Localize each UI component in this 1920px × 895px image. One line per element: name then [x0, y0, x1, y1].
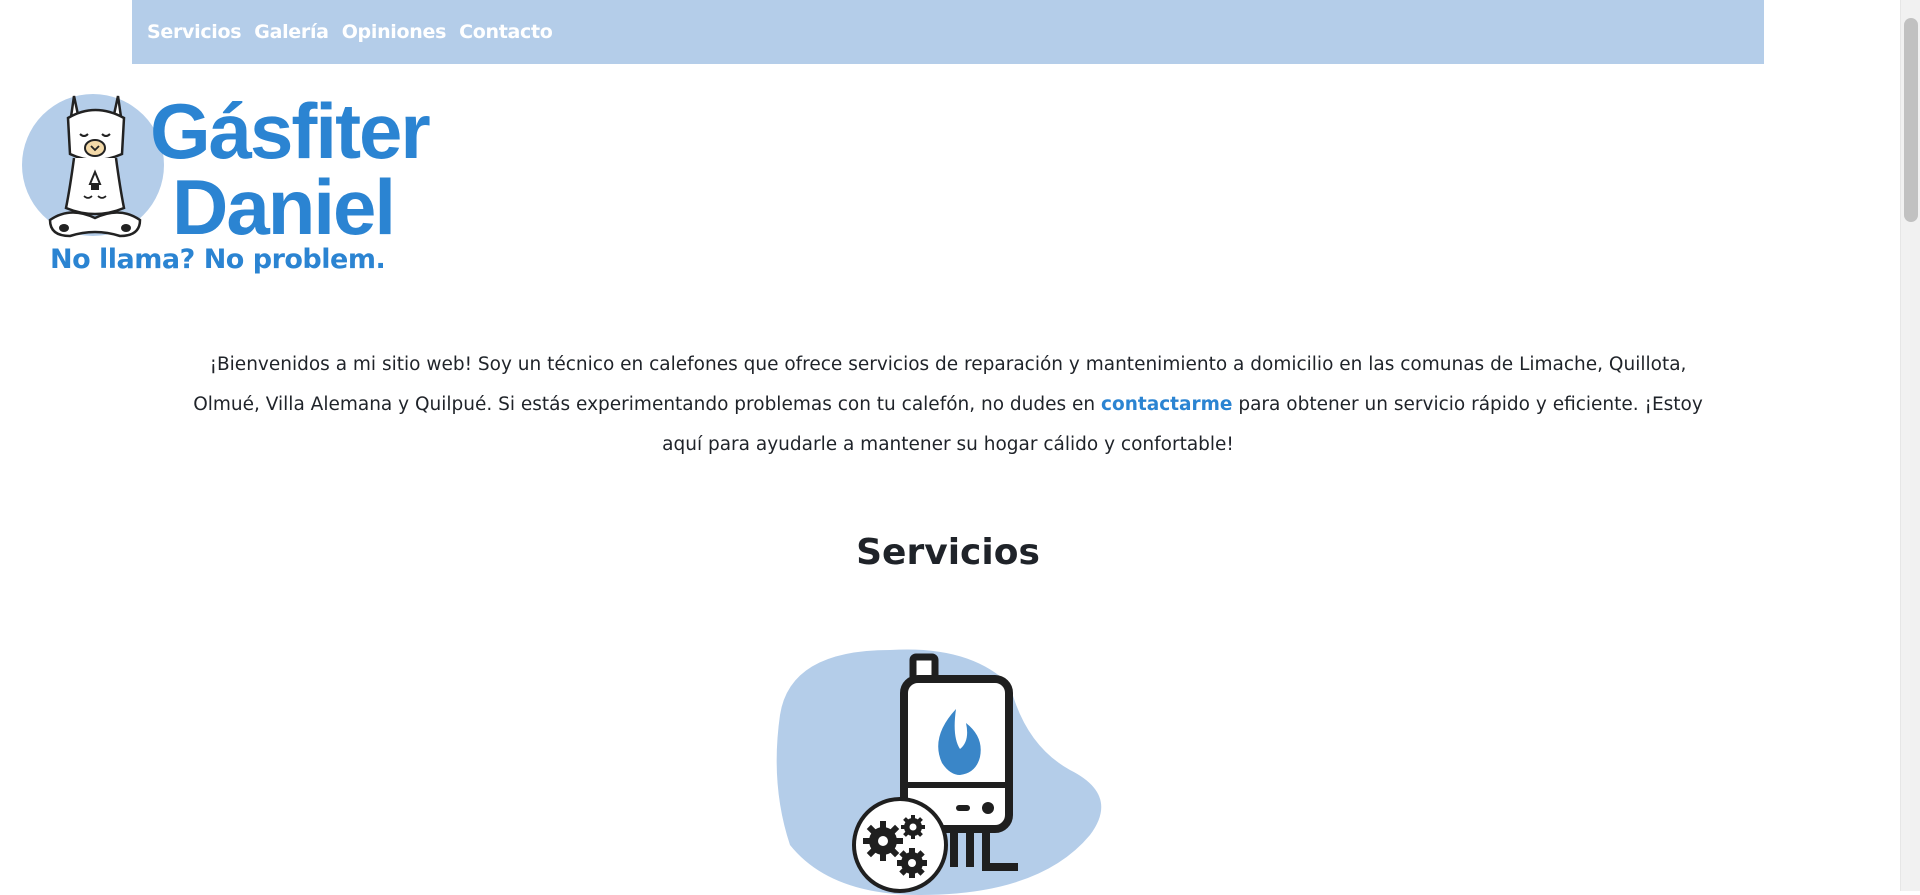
nav-link-contacto[interactable]: Contacto [459, 21, 553, 43]
services-heading: Servicios [856, 532, 1040, 573]
contact-link[interactable]: contactarme [1101, 394, 1232, 415]
nav-link-galeria[interactable]: Galería [254, 21, 329, 43]
nav-link-opiniones[interactable]: Opiniones [342, 21, 447, 43]
scrollbar-thumb[interactable] [1904, 18, 1918, 222]
logo-tagline: No llama? No problem. [50, 244, 386, 275]
logo-name-line2: Daniel [172, 163, 396, 251]
gears-icon [852, 797, 948, 893]
intro-paragraph: ¡Bienvenidos a mi sitio web! Soy un técn… [190, 345, 1706, 465]
page-scrollbar[interactable] [1900, 0, 1920, 891]
site-logo: Gásfiter Daniel No llama? No problem. [20, 88, 440, 288]
logo-name-line1: Gásfiter [150, 87, 431, 175]
top-nav: Servicios Galería Opiniones Contacto [132, 0, 1764, 64]
llama-mascot-icon [48, 95, 142, 238]
water-heater-icon [776, 649, 1102, 895]
nav-link-servicios[interactable]: Servicios [147, 21, 242, 43]
